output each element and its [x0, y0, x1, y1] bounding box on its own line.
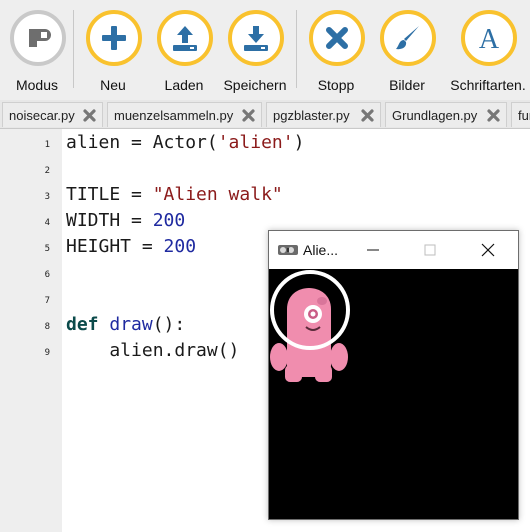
code-line: alien = Actor('alien')	[66, 132, 304, 154]
code-token: HEIGHT =	[66, 236, 164, 257]
code-line: def draw():	[66, 314, 185, 336]
line-number: 6	[44, 270, 50, 280]
tab-pgzblaster[interactable]: pgzblaster.py	[266, 102, 381, 127]
game-canvas[interactable]	[269, 269, 518, 519]
code-line: TITLE = "Alien walk"	[66, 184, 283, 206]
code-number: 200	[163, 236, 197, 257]
line-number: 9	[44, 348, 50, 358]
line-number: 7	[44, 296, 50, 306]
load-button[interactable]: Laden	[151, 8, 217, 98]
brush-icon	[380, 10, 436, 66]
code-token: alien.draw()	[66, 340, 240, 361]
save-button[interactable]: Speichern	[222, 8, 288, 98]
tab-label: pgzblaster.py	[273, 108, 350, 123]
line-number: 5	[44, 244, 50, 254]
code-keyword: def	[66, 314, 99, 335]
images-label: Bilder	[389, 77, 425, 93]
line-number: 3	[44, 192, 50, 202]
code-token: WIDTH =	[66, 210, 153, 231]
tab-fun[interactable]: fun	[511, 102, 530, 127]
toolbar: Modus Neu Laden Speichern Stopp Bilder A…	[0, 0, 530, 100]
save-label: Speichern	[223, 77, 287, 93]
code-line: WIDTH = 200	[66, 210, 185, 232]
tab-label: Grundlagen.py	[392, 108, 478, 123]
stop-button[interactable]: Stopp	[303, 8, 369, 98]
code-token: TITLE =	[66, 184, 153, 205]
fonts-button[interactable]: A Schriftarten.	[450, 8, 526, 98]
line-number-gutter: 1 2 3 4 5 6 7 8 9	[0, 129, 62, 532]
tab-noisecar[interactable]: noisecar.py	[2, 102, 103, 127]
close-icon[interactable]	[241, 108, 256, 123]
close-icon[interactable]	[477, 239, 499, 261]
svg-text:A: A	[479, 24, 500, 53]
code-line: HEIGHT = 200	[66, 236, 196, 258]
new-button[interactable]: Neu	[80, 8, 146, 98]
mode-icon	[10, 10, 66, 66]
tab-muenzelsammeln[interactable]: muenzelsammeln.py	[107, 102, 262, 127]
line-number: 2	[44, 166, 50, 176]
pygame-icon	[278, 245, 298, 255]
tab-label: muenzelsammeln.py	[114, 108, 234, 123]
upload-icon	[157, 10, 213, 66]
close-icon[interactable]	[82, 108, 97, 123]
close-icon[interactable]	[360, 108, 375, 123]
code-line: alien.draw()	[66, 340, 239, 362]
mode-button[interactable]: Modus	[4, 8, 70, 98]
mode-label: Modus	[15, 77, 59, 93]
close-icon[interactable]	[486, 108, 501, 123]
tab-label: noisecar.py	[9, 108, 75, 123]
code-string: "Alien walk"	[152, 184, 283, 205]
tab-label: fun	[518, 108, 530, 123]
tab-grundlagen[interactable]: Grundlagen.py	[385, 102, 507, 127]
maximize-icon[interactable]	[419, 239, 441, 261]
font-icon: A	[461, 10, 517, 66]
x-icon	[309, 10, 365, 66]
game-window[interactable]: Alie...	[268, 230, 519, 520]
code-function: draw	[109, 314, 153, 335]
code-token: )	[293, 132, 305, 153]
line-number: 1	[44, 140, 50, 150]
alien-sprite	[270, 270, 350, 382]
code-number: 200	[152, 210, 186, 231]
fonts-label: Schriftarten.	[450, 77, 526, 93]
tab-bar: noisecar.py muenzelsammeln.py pgzblaster…	[0, 100, 530, 129]
game-window-title: Alie...	[303, 242, 339, 258]
code-string: 'alien'	[217, 132, 294, 153]
images-button[interactable]: Bilder	[374, 8, 440, 98]
line-number: 4	[44, 218, 50, 228]
minimize-icon[interactable]	[362, 239, 384, 261]
code-token: alien = Actor(	[66, 132, 218, 153]
line-number: 8	[44, 322, 50, 332]
plus-icon	[86, 10, 142, 66]
game-window-titlebar[interactable]: Alie...	[269, 231, 518, 269]
code-token: ():	[152, 314, 186, 335]
download-icon	[228, 10, 284, 66]
